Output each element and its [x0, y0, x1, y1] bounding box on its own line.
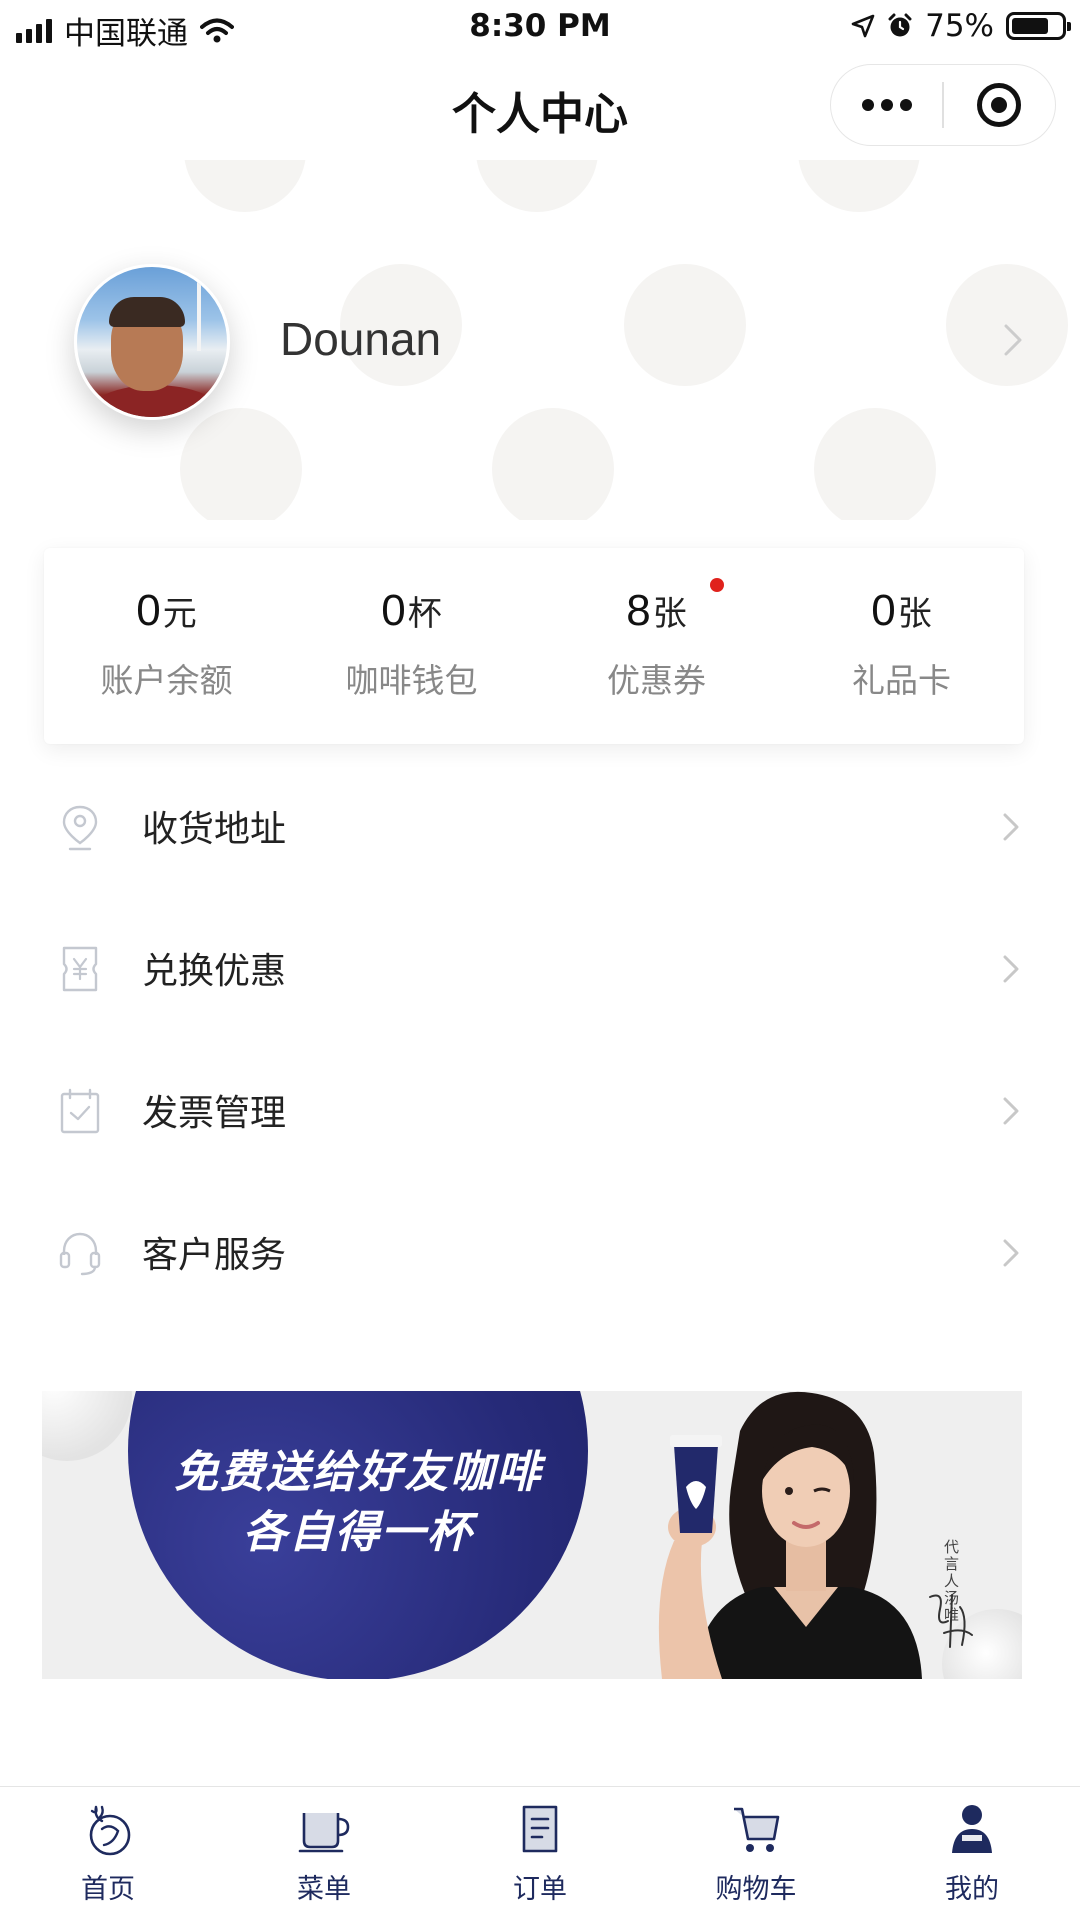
cart-icon [734, 1807, 780, 1852]
stat-value: 0 [381, 586, 406, 635]
menu-item-invoice[interactable]: 发票管理 [0, 1039, 1080, 1181]
location-pin-icon [62, 805, 98, 851]
stat-coffee-wallet[interactable]: 0杯 咖啡钱包 [289, 548, 534, 744]
chevron-right-icon [1003, 1097, 1019, 1125]
stat-value: 0 [871, 586, 896, 635]
battery-icon [1006, 12, 1071, 40]
stat-value: 0 [136, 586, 161, 635]
tab-label: 订单 [513, 1874, 567, 1905]
promo-line-2: 各自得一杯 [243, 1507, 473, 1558]
deer-logo-icon [89, 1805, 131, 1856]
tab-menu[interactable]: 菜单 [216, 1787, 432, 1920]
location-arrow-icon [851, 14, 875, 38]
spokesperson-photo [658, 1391, 922, 1679]
coffee-cup-icon [298, 1813, 350, 1853]
order-doc-icon [522, 1805, 558, 1853]
account-stats-card: 0元 账户余额 0杯 咖啡钱包 8张 优惠券 0张 礼品卡 [44, 548, 1024, 744]
username: Dounan [280, 313, 442, 365]
status-right: 75% [851, 8, 1071, 44]
chevron-right-icon [1003, 955, 1019, 983]
battery-percent: 75% [925, 8, 994, 44]
chevron-right-icon [1003, 813, 1019, 841]
stat-coupons[interactable]: 8张 优惠券 [534, 548, 779, 744]
target-circle-icon [977, 83, 1022, 127]
profile-header[interactable]: Dounan [0, 250, 1080, 430]
tab-label: 我的 [945, 1874, 999, 1905]
stat-label: 礼品卡 [852, 661, 951, 700]
new-badge-dot [710, 578, 724, 592]
stat-unit: 杯 [407, 595, 442, 633]
close-button[interactable] [944, 65, 1055, 145]
menu-label: 发票管理 [142, 1093, 287, 1134]
headset-icon [59, 1232, 101, 1276]
menu-item-customer-service[interactable]: 客户服务 [0, 1181, 1080, 1323]
menu-label: 收货地址 [142, 809, 287, 850]
stat-gift-cards[interactable]: 0张 礼品卡 [779, 548, 1024, 744]
tab-bar: 首页 菜单 订单 购物车 我的 [0, 1786, 1080, 1920]
menu-item-redeem[interactable]: 兑换优惠 [0, 897, 1080, 1039]
stat-label: 账户余额 [100, 661, 233, 700]
user-icon [952, 1805, 992, 1853]
stat-value: 8 [626, 586, 651, 635]
promo-line-1: 免费送给好友咖啡 [174, 1447, 542, 1498]
menu-list: 收货地址 兑换优惠 发票管理 客户服务 [0, 755, 1080, 1323]
miniprogram-capsule [830, 64, 1056, 146]
stat-unit: 元 [162, 595, 197, 633]
chevron-right-icon [1004, 324, 1022, 356]
stat-label: 优惠券 [607, 661, 706, 700]
menu-item-address[interactable]: 收货地址 [0, 755, 1080, 897]
battery-fill [1012, 18, 1048, 34]
tab-home[interactable]: 首页 [0, 1787, 216, 1920]
tab-label: 菜单 [297, 1874, 351, 1905]
tab-cart[interactable]: 购物车 [648, 1787, 864, 1920]
stat-unit: 张 [897, 595, 932, 633]
stat-unit: 张 [652, 595, 687, 633]
menu-label: 客户服务 [142, 1235, 287, 1276]
status-bar: 中国联通 8:30 PM 75% [0, 0, 1080, 54]
tab-label: 购物车 [715, 1874, 797, 1905]
signature-image [929, 1594, 973, 1648]
tab-mine[interactable]: 我的 [864, 1787, 1080, 1920]
more-button[interactable] [831, 65, 942, 145]
more-dots-icon [861, 99, 874, 111]
avatar[interactable] [74, 264, 230, 420]
stat-label: 咖啡钱包 [345, 661, 478, 700]
promo-banner[interactable]: 免费送给好友咖啡 各自得一杯 代言人 汤唯 [42, 1391, 1022, 1679]
yen-voucher-icon [62, 946, 98, 992]
invoice-check-icon [60, 1088, 100, 1134]
tab-label: 首页 [81, 1874, 135, 1905]
promo-headline: 免费送给好友咖啡 各自得一杯 [42, 1443, 674, 1563]
alarm-icon [888, 13, 912, 37]
stat-balance[interactable]: 0元 账户余额 [44, 548, 289, 744]
menu-label: 兑换优惠 [142, 951, 287, 992]
chevron-right-icon [1003, 1239, 1019, 1267]
tab-orders[interactable]: 订单 [432, 1787, 648, 1920]
